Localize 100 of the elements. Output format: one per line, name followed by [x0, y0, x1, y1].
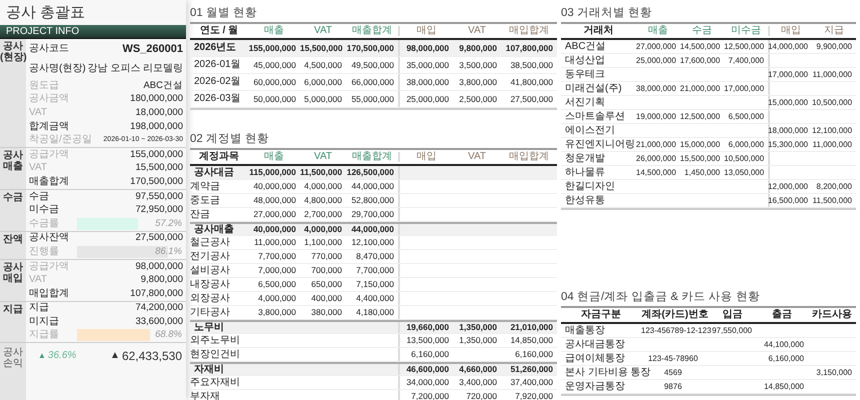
- field-label: 공사코드: [29, 43, 70, 55]
- table-cell: 123-45-78960: [648, 354, 698, 362]
- table-cell: 주요자재비: [190, 376, 240, 388]
- table-cell: 6,160,000: [411, 350, 449, 359]
- field-value: ABC건설: [142, 80, 183, 92]
- table-cell: 770,000: [311, 251, 342, 262]
- table-cell: 11,000,000: [254, 237, 296, 248]
- table-cell: 14,500,000: [680, 42, 720, 50]
- table-cell: 노무비: [194, 322, 224, 332]
- group-label: 수금: [0, 190, 26, 231]
- field-value: 170,500,000: [129, 176, 183, 188]
- field-value: 107,800,000: [129, 288, 183, 300]
- table-cell: 38,000,000: [406, 78, 449, 86]
- table-cell: 38,000,000: [636, 84, 676, 92]
- field-value: 18,000,000: [134, 106, 183, 119]
- table-cell: 12,500,000: [724, 42, 764, 50]
- column-header: VAT: [313, 152, 333, 162]
- field-label: 수금률: [29, 218, 60, 230]
- table-cell: 유진엔지니어링: [565, 138, 635, 150]
- table-cell: 7,920,000: [515, 391, 553, 400]
- table-cell: 6,160,000: [515, 349, 553, 360]
- table-cell: 기타공사: [190, 306, 230, 318]
- table-cell: 51,260,000: [510, 364, 553, 374]
- table-cell: 하나물류: [565, 166, 605, 178]
- table-cell: 155,000,000: [248, 42, 296, 53]
- field-value: 33,600,000: [134, 316, 183, 328]
- group-label: 지급: [0, 302, 26, 342]
- table-cell: 2,500,000: [459, 94, 497, 104]
- table-cell: 4,000,000: [304, 181, 342, 192]
- table-cell: 14,850,000: [764, 382, 804, 390]
- field-value: 97,550,000: [134, 190, 183, 203]
- field-label: 매입합계: [29, 288, 70, 300]
- field-label: VAT: [29, 106, 48, 119]
- field-label: 진행률: [29, 246, 60, 258]
- field-label: 착공일/준공일: [29, 134, 92, 146]
- table-cell: 5,000,000: [304, 94, 342, 104]
- table-cell: 1,350,000: [459, 322, 497, 332]
- column-header: 매입합계: [508, 152, 550, 162]
- column-header: 계좌(카드)번호: [641, 310, 709, 320]
- table-cell: 9,800,000: [459, 42, 497, 53]
- table-cell: 27,500,000: [510, 94, 553, 104]
- table-cell: 12,500,000: [680, 112, 720, 120]
- column-header: 매입: [398, 152, 453, 162]
- table-cell: 중도금: [190, 194, 220, 206]
- field-value: 27,500,000: [134, 232, 183, 244]
- table-cell: 29,700,000: [351, 209, 394, 220]
- table-cell: 52,800,000: [351, 195, 394, 206]
- table-cell: 15,500,000: [300, 42, 343, 53]
- group-label: 공사 매출: [0, 148, 26, 189]
- section-title: 03 거래처별 현황: [561, 6, 654, 20]
- table-cell: 미래건설(주): [565, 82, 622, 94]
- column-header: 매출: [647, 26, 669, 36]
- table-cell: 123-456789-12-123: [641, 326, 712, 334]
- table-cell: 15,000,000: [680, 140, 720, 148]
- table-cell: 설비공사: [190, 264, 230, 276]
- table-cell: 4,000,000: [304, 224, 342, 234]
- table-cell: 7,150,000: [356, 279, 394, 290]
- table-cell: 44,000,000: [351, 181, 394, 192]
- table-cell: 7,200,000: [411, 392, 449, 400]
- table-cell: 동우테크: [565, 68, 605, 80]
- table-cell: 115,000,000: [249, 167, 296, 178]
- table-cell: 12,100,000: [812, 126, 852, 134]
- table-cell: 9,900,000: [816, 42, 852, 50]
- table-cell: 38,500,000: [510, 60, 553, 70]
- table-cell: 본사 기타비용 통장: [565, 366, 651, 378]
- column-header: 미수금: [730, 26, 762, 36]
- column-header: 카드사용: [811, 310, 853, 320]
- table-cell: 27,000,000: [636, 42, 676, 50]
- field-label: 공급가액: [29, 148, 70, 161]
- table-cell: 25,000,000: [406, 94, 449, 104]
- table-cell: 공사대금: [194, 166, 234, 178]
- table-cell: 스마트솔루션: [565, 110, 625, 122]
- column-header: 계정과목: [198, 152, 240, 162]
- field-label: VAT: [29, 274, 48, 286]
- up-arrow-icon: ▲: [110, 349, 120, 364]
- table-cell: 650,000: [311, 279, 342, 290]
- table-cell: 44,100,000: [764, 340, 804, 348]
- field-label: 공사금액: [29, 93, 70, 106]
- table-cell: 7,400,000: [728, 56, 764, 64]
- table-cell: 14,000,000: [768, 42, 808, 50]
- table-cell: 3,150,000: [816, 368, 852, 376]
- table-cell: 21,010,000: [510, 322, 553, 332]
- table-cell: 19,000,000: [636, 112, 676, 120]
- table-cell: 매출통장: [565, 324, 605, 336]
- column-header: 매출: [263, 26, 285, 36]
- table-cell: 한성유통: [565, 194, 605, 206]
- section-title: 01 월별 현황: [190, 6, 258, 20]
- column-header: 연도 / 월: [198, 26, 240, 36]
- table-cell: 25,000,000: [636, 56, 676, 64]
- table-cell: 7,700,000: [258, 251, 296, 262]
- table-cell: 27,000,000: [253, 209, 296, 220]
- column-header: 매출합계: [351, 26, 393, 36]
- profit-rate: 36.6%: [48, 349, 76, 364]
- column-header: 매출: [263, 152, 285, 162]
- table-cell: 7,000,000: [258, 265, 296, 276]
- table-cell: 66,000,000: [351, 76, 394, 87]
- column-header: 거래처: [582, 26, 614, 36]
- percent-value: 86.1%: [155, 246, 182, 258]
- section-title: 02 계정별 현황: [190, 132, 270, 146]
- field-value: 98,000,000: [134, 260, 183, 273]
